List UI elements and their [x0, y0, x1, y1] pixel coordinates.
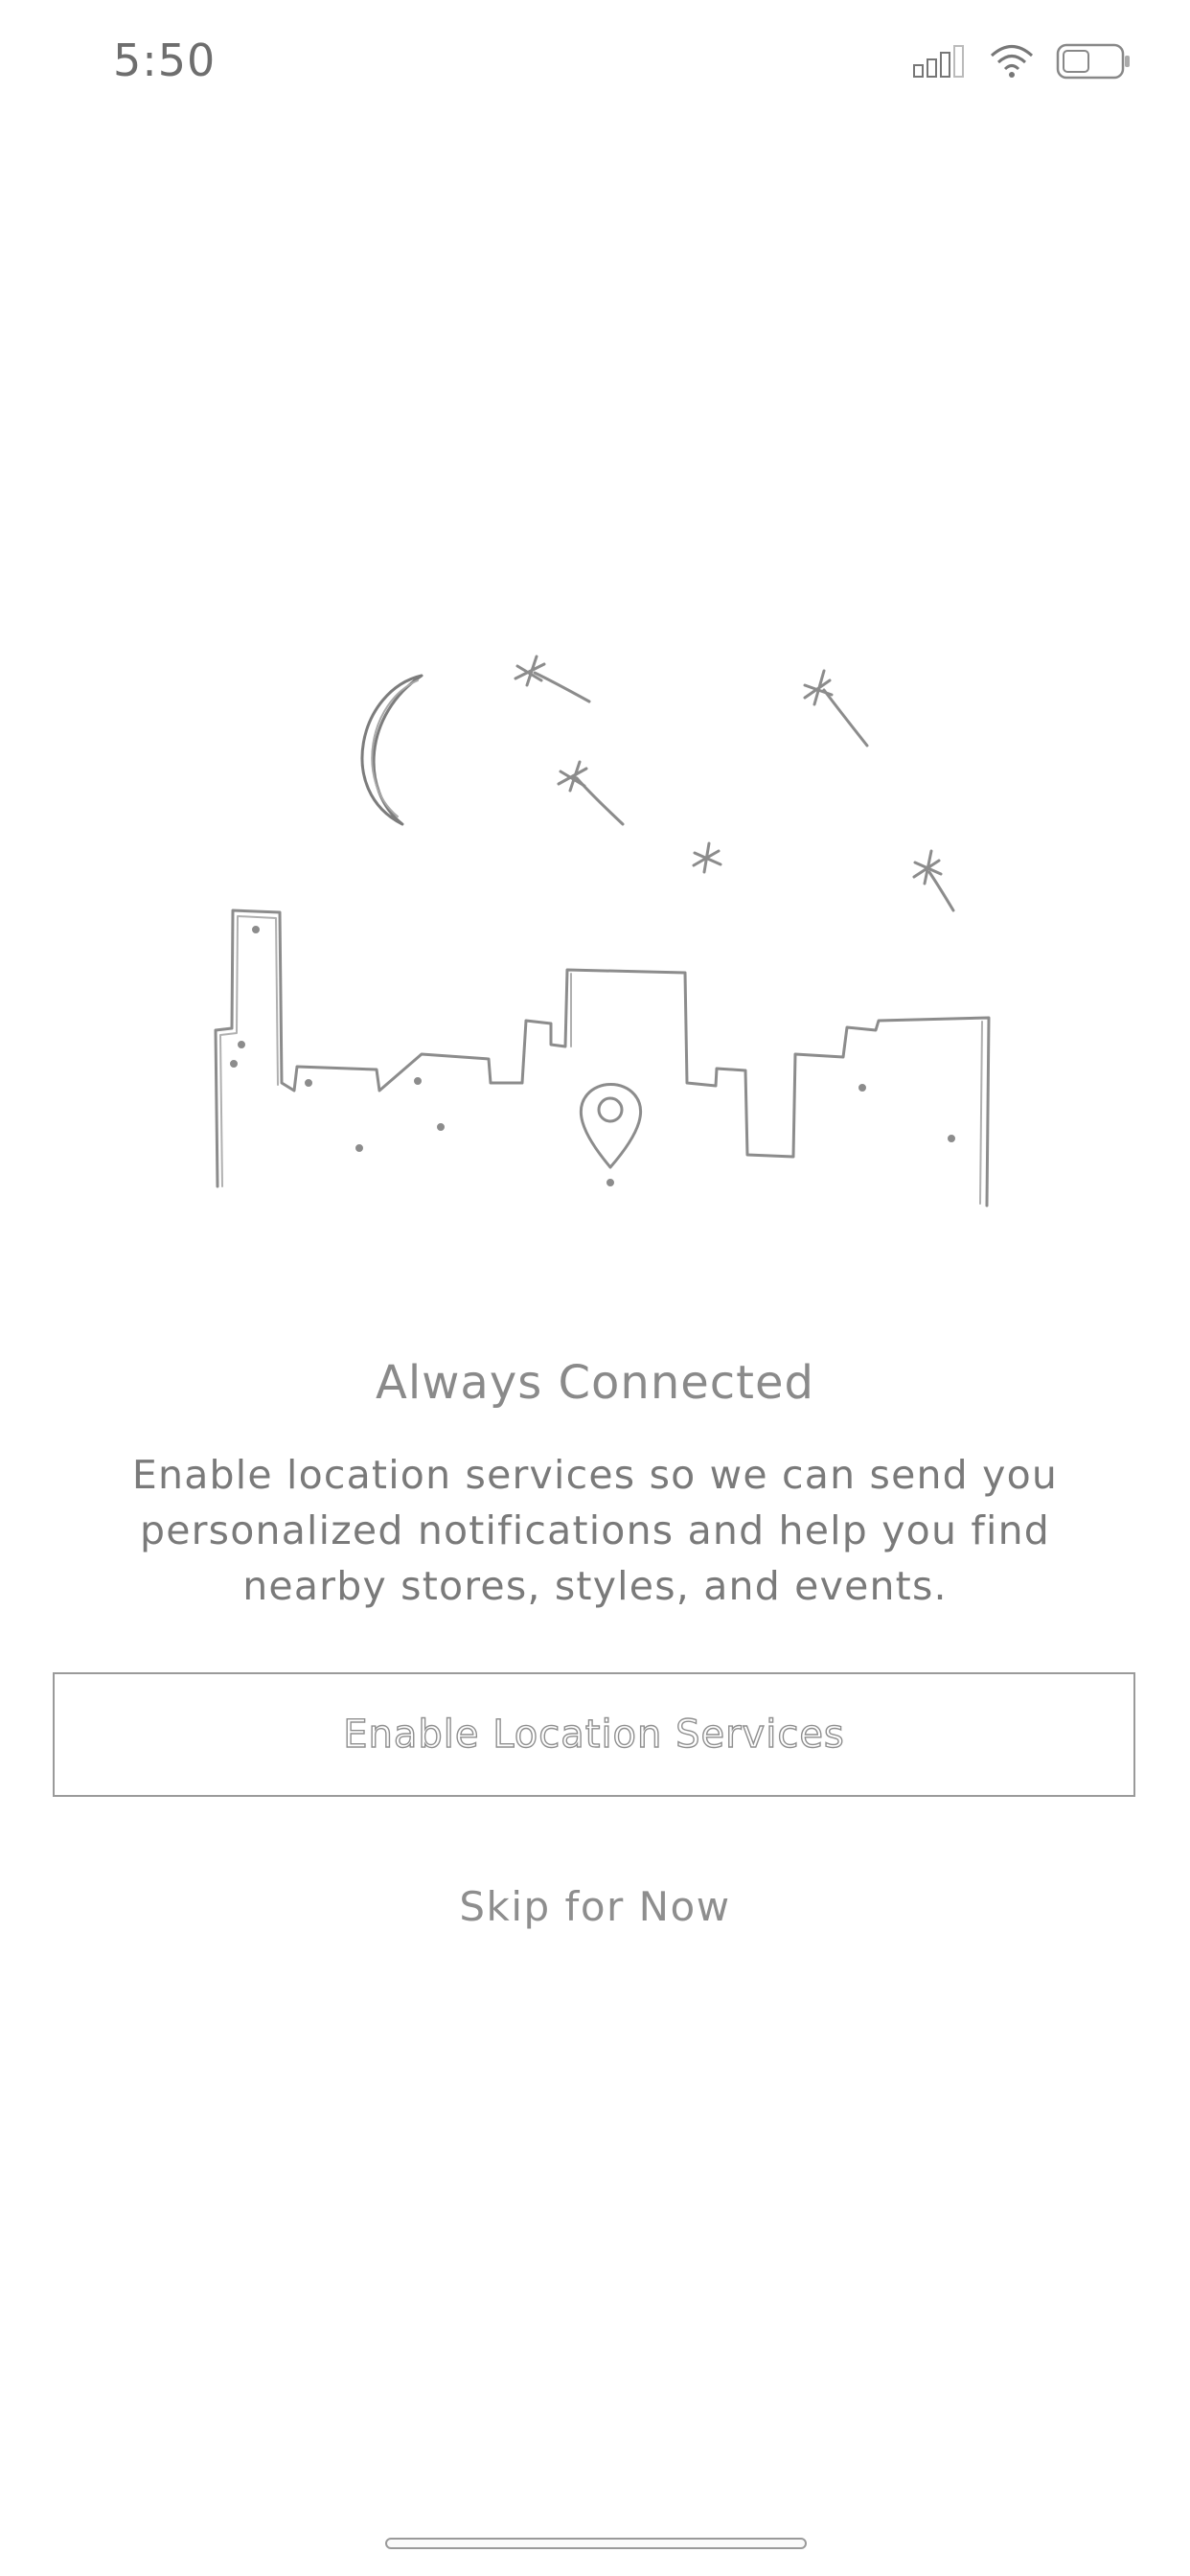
star-icon	[803, 669, 869, 748]
page-description: Enable location services so we can send …	[131, 1452, 1059, 1609]
battery-icon	[1056, 42, 1133, 85]
status-bar: 5:50	[0, 0, 1190, 134]
skyline	[214, 908, 991, 1208]
wifi-icon	[989, 43, 1035, 84]
star-icon	[514, 655, 591, 703]
enable-location-services-button[interactable]: Enable Location Services	[53, 1672, 1135, 1797]
cellular-signal-icon	[912, 44, 968, 83]
location-pin-icon	[579, 1083, 643, 1169]
city-skyline-illustration	[192, 632, 1016, 1227]
page-title: Always Connected	[376, 1356, 814, 1410]
star-icon	[692, 841, 722, 874]
star-icon	[912, 849, 955, 912]
enable-location-services-label: Enable Location Services	[343, 1712, 845, 1757]
moon-icon	[360, 674, 423, 826]
home-indicator[interactable]	[385, 2538, 807, 2549]
skip-for-now-link[interactable]: Skip for Now	[0, 1883, 1190, 1930]
status-icons	[912, 42, 1133, 84]
star-icon	[557, 760, 625, 826]
status-time: 5:50	[113, 34, 217, 86]
